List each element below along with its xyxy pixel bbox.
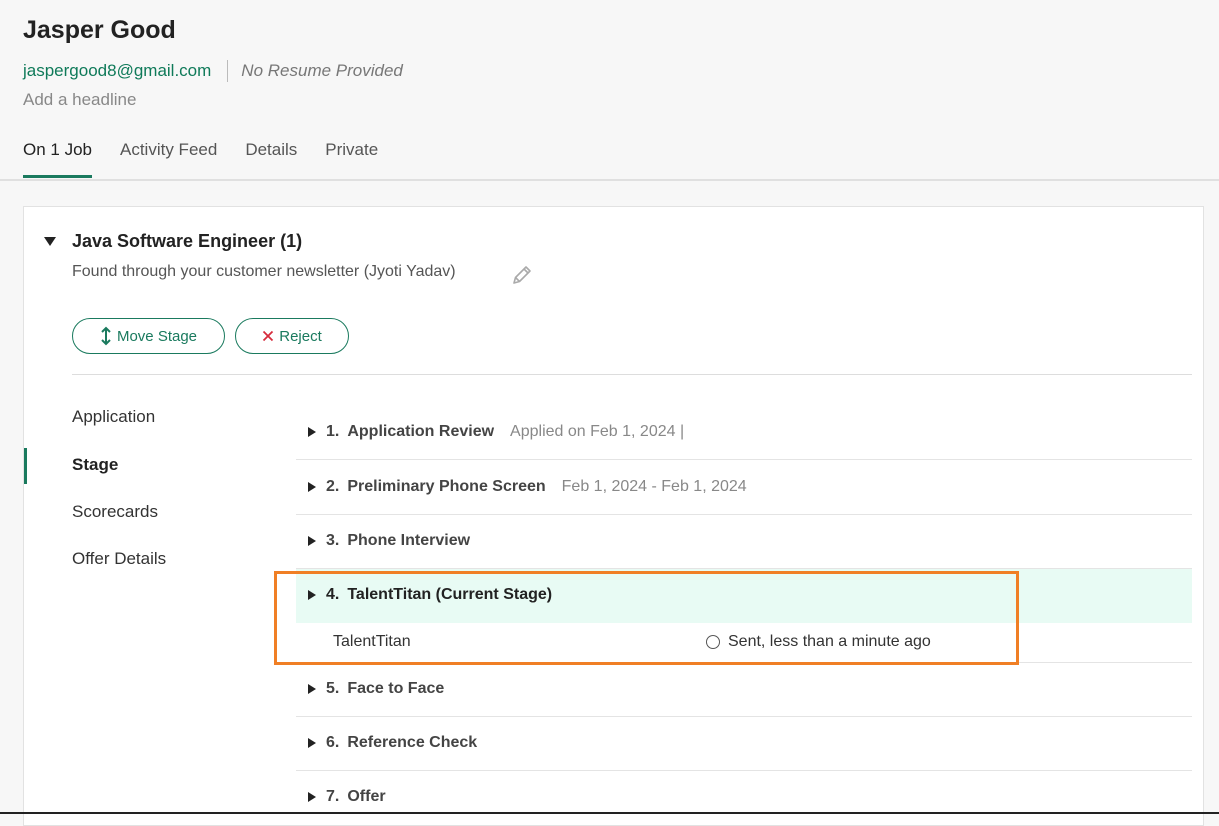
stage-row: 2. Preliminary Phone Screen Feb 1, 2024 … — [296, 460, 1192, 515]
stage-date: Applied on Feb 1, 2024 | — [510, 423, 685, 440]
collapse-caret-icon[interactable] — [44, 237, 56, 246]
job-title: Java Software Engineer (1) — [72, 231, 303, 251]
stage-header[interactable]: 2. Preliminary Phone Screen Feb 1, 2024 … — [308, 478, 747, 496]
job-card: Java Software Engineer (1) Found through… — [23, 206, 1204, 826]
card-divider — [72, 374, 1192, 375]
close-x-icon — [262, 330, 274, 342]
stage-name: Preliminary Phone Screen — [347, 478, 546, 495]
stage-row: 3. Phone Interview — [296, 515, 1192, 569]
stage-number: 7. — [326, 788, 340, 805]
nav-item-offer-details[interactable]: Offer Details — [72, 549, 166, 569]
stage-number: 2. — [326, 478, 340, 495]
add-headline-link[interactable]: Add a headline — [23, 90, 136, 110]
stage-task-label: TalentTitan — [333, 633, 411, 650]
stage-header[interactable]: 7. Offer — [308, 788, 386, 806]
stage-header[interactable]: 4. TalentTitan (Current Stage) — [308, 586, 552, 604]
tab-details[interactable]: Details — [245, 138, 297, 178]
edit-pencil-icon[interactable] — [510, 263, 534, 287]
expand-triangle-icon — [308, 427, 316, 437]
stage-task-status-text: Sent, less than a minute ago — [728, 633, 931, 650]
nav-item-application[interactable]: Application — [72, 407, 155, 427]
candidate-email-link[interactable]: jaspergood8@gmail.com — [23, 61, 211, 81]
stage-row: 6. Reference Check — [296, 717, 1192, 771]
stage-number: 5. — [326, 680, 340, 697]
expand-triangle-icon — [308, 536, 316, 546]
tab-activity-feed[interactable]: Activity Feed — [120, 138, 217, 178]
candidate-name: Jasper Good — [23, 16, 176, 44]
status-circle-icon — [706, 635, 720, 649]
move-stage-label: Move Stage — [116, 327, 198, 345]
stage-name: Application Review — [347, 423, 495, 440]
stage-row: 5. Face to Face — [296, 663, 1192, 717]
tab-private[interactable]: Private — [325, 138, 378, 178]
job-source: Found through your customer newsletter (… — [72, 263, 456, 280]
tabs-divider — [0, 179, 1219, 181]
profile-tabs: On 1 Job Activity Feed Details Private — [23, 138, 406, 180]
expand-triangle-icon — [308, 590, 316, 600]
stage-name: TalentTitan (Current Stage) — [347, 586, 553, 603]
stage-name: Offer — [347, 788, 386, 805]
stage-task-status: Sent, less than a minute ago — [706, 633, 931, 651]
separator — [227, 60, 229, 82]
stage-date: Feb 1, 2024 - Feb 1, 2024 — [561, 478, 747, 495]
reject-button[interactable]: Reject — [235, 318, 349, 354]
stage-number: 4. — [326, 586, 340, 603]
stage-name: Face to Face — [347, 680, 445, 697]
resume-status: No Resume Provided — [241, 61, 403, 80]
move-stage-button[interactable]: Move Stage — [72, 318, 225, 354]
stage-number: 3. — [326, 532, 340, 549]
stage-name: Reference Check — [347, 734, 478, 751]
stage-number: 6. — [326, 734, 340, 751]
stage-number: 1. — [326, 423, 340, 440]
stage-header[interactable]: 5. Face to Face — [308, 680, 444, 698]
expand-triangle-icon — [308, 684, 316, 694]
stage-name: Phone Interview — [347, 532, 471, 549]
stage-header[interactable]: 1. Application Review Applied on Feb 1, … — [308, 423, 684, 441]
nav-item-scorecards[interactable]: Scorecards — [72, 502, 158, 522]
contact-row: jaspergood8@gmail.com No Resume Provided — [23, 60, 403, 82]
nav-item-stage[interactable]: Stage — [72, 455, 118, 475]
stage-row: 7. Offer — [296, 771, 1192, 825]
tab-on-job[interactable]: On 1 Job — [23, 138, 92, 178]
move-arrows-icon — [100, 326, 112, 346]
expand-triangle-icon — [308, 738, 316, 748]
stage-row-current: 4. TalentTitan (Current Stage) TalentTit… — [296, 569, 1192, 663]
stage-header[interactable]: 3. Phone Interview — [308, 532, 470, 550]
stage-header[interactable]: 6. Reference Check — [308, 734, 477, 752]
stage-row: 1. Application Review Applied on Feb 1, … — [296, 406, 1192, 460]
reject-label: Reject — [279, 327, 322, 345]
active-nav-indicator — [24, 448, 27, 484]
expand-triangle-icon — [308, 792, 316, 802]
expand-triangle-icon — [308, 482, 316, 492]
